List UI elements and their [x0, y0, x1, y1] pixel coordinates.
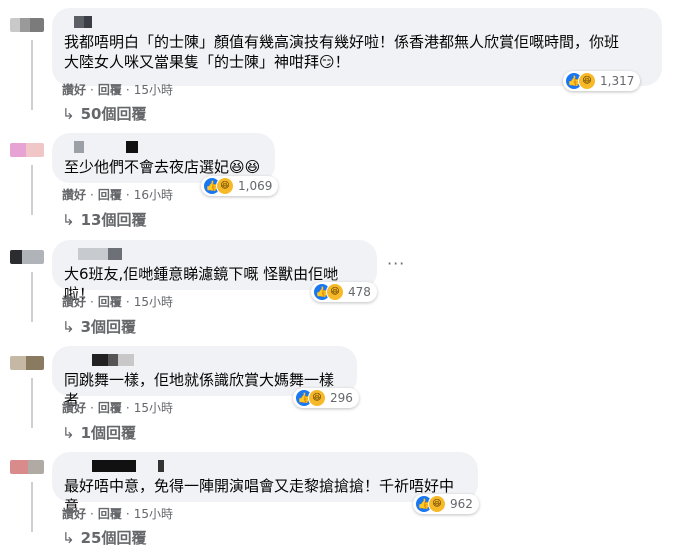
view-replies-link[interactable]: ↳ 25個回覆	[62, 527, 146, 548]
reply-arrow-icon: ↳	[62, 318, 75, 336]
author-name-redacted[interactable]	[64, 16, 650, 28]
like-button[interactable]: 讚好	[62, 83, 86, 97]
more-options-button[interactable]: ···	[387, 254, 405, 273]
view-replies-link[interactable]: ↳ 13個回覆	[62, 209, 146, 230]
avatar[interactable]	[10, 18, 44, 32]
comment-actions: 讚好 · 回覆 · 15小時	[62, 507, 173, 521]
reply-arrow-icon: ↳	[62, 211, 75, 229]
timestamp[interactable]: 15小時	[134, 295, 173, 309]
haha-icon: 😆	[578, 72, 596, 90]
reaction-summary[interactable]: 👍 😆 478	[311, 282, 377, 302]
comment-text: 我都唔明白「的士陳」顏值有幾高演技有幾好啦！係香港都無人欣賞佢嘅時間，你班 大陸…	[64, 33, 620, 71]
timestamp[interactable]: 15小時	[134, 507, 173, 521]
haha-icon: 😆	[216, 177, 234, 195]
reaction-count: 478	[348, 285, 371, 299]
thread-line	[31, 482, 33, 532]
author-name-redacted[interactable]	[64, 141, 263, 153]
reaction-summary[interactable]: 👍 😆 1,069	[201, 176, 279, 196]
reply-button[interactable]: 回覆	[98, 295, 122, 309]
reaction-summary[interactable]: 👍 😆 962	[413, 494, 479, 514]
author-name-redacted[interactable]	[64, 248, 365, 260]
reaction-count: 962	[450, 497, 473, 511]
like-button[interactable]: 讚好	[62, 295, 86, 309]
thread-line	[31, 165, 33, 215]
comment-actions: 讚好 · 回覆 · 16小時	[62, 188, 173, 202]
avatar[interactable]	[10, 356, 44, 370]
timestamp[interactable]: 15小時	[134, 401, 173, 415]
comment-actions: 讚好 · 回覆 · 15小時	[62, 83, 173, 97]
reaction-count: 1,317	[600, 74, 635, 88]
timestamp[interactable]: 16小時	[134, 188, 173, 202]
comment-actions: 讚好 · 回覆 · 15小時	[62, 295, 173, 309]
avatar[interactable]	[10, 143, 44, 157]
author-name-redacted[interactable]	[64, 460, 466, 472]
reply-button[interactable]: 回覆	[98, 83, 122, 97]
view-replies-link[interactable]: ↳ 3個回覆	[62, 316, 136, 337]
thread-line	[31, 272, 33, 322]
comment-bubble: 最好唔中意，免得一陣開演唱會又走黎搶搶搶！千祈唔好中意	[52, 452, 478, 515]
reply-button[interactable]: 回覆	[98, 401, 122, 415]
reply-arrow-icon: ↳	[62, 529, 75, 547]
author-name-redacted[interactable]	[64, 354, 345, 366]
haha-icon: 😆	[308, 389, 326, 407]
reaction-count: 1,069	[238, 179, 273, 193]
like-button[interactable]: 讚好	[62, 507, 86, 521]
reaction-count: 296	[330, 391, 353, 405]
timestamp[interactable]: 15小時	[134, 83, 173, 97]
reply-arrow-icon: ↳	[62, 424, 75, 442]
like-button[interactable]: 讚好	[62, 401, 86, 415]
reply-arrow-icon: ↳	[62, 105, 75, 123]
reaction-summary[interactable]: 👍 😆 1,317	[563, 71, 641, 91]
thread-line	[31, 378, 33, 428]
reply-button[interactable]: 回覆	[98, 507, 122, 521]
comment-actions: 讚好 · 回覆 · 15小時	[62, 401, 173, 415]
view-replies-link[interactable]: ↳ 50個回覆	[62, 103, 146, 124]
haha-icon: 😆	[326, 283, 344, 301]
reply-button[interactable]: 回覆	[98, 188, 122, 202]
haha-icon: 😆	[428, 495, 446, 513]
view-replies-link[interactable]: ↳ 1個回覆	[62, 422, 136, 443]
like-button[interactable]: 讚好	[62, 188, 86, 202]
thread-line	[31, 40, 33, 110]
avatar[interactable]	[10, 460, 44, 474]
avatar[interactable]	[10, 250, 44, 264]
reaction-summary[interactable]: 👍 😆 296	[293, 388, 359, 408]
comment-text: 至少他們不會去夜店選妃😆😆	[64, 158, 261, 176]
